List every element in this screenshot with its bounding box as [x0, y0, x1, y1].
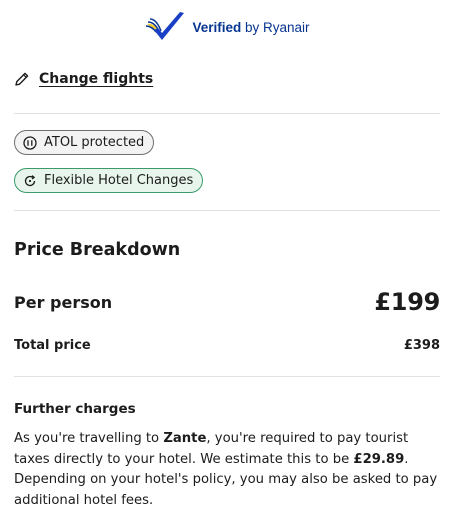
destination-name: Zante	[163, 431, 207, 446]
pencil-icon	[15, 72, 29, 86]
atol-protected-badge: ATOL protected	[14, 130, 155, 155]
price-breakdown-title: Price Breakdown	[14, 240, 181, 260]
verified-by-ryanair: Verified by Ryanair	[0, 10, 454, 44]
divider	[14, 210, 440, 211]
further-charges-title: Further charges	[14, 401, 136, 417]
divider	[14, 376, 440, 377]
total-price-label: Total price	[14, 337, 91, 353]
atol-icon	[23, 135, 37, 150]
per-person-row: Per person £199	[14, 284, 440, 320]
ryanair-harp-check-icon	[146, 12, 185, 40]
per-person-label: Per person	[14, 292, 113, 312]
per-person-price: £199	[374, 288, 440, 316]
total-price-row: Total price £398	[14, 334, 440, 356]
change-flights-link[interactable]: Change flights	[14, 71, 153, 87]
divider	[14, 113, 440, 114]
further-charges-text: As you're travelling to Zante, you're re…	[14, 431, 438, 508]
flexible-hotel-changes-badge: Flexible Hotel Changes	[14, 168, 204, 193]
total-price-value: £398	[403, 337, 440, 353]
verified-text: Verified by Ryanair	[192, 19, 310, 35]
refresh-icon	[24, 174, 36, 186]
change-flights-label[interactable]: Change flights	[39, 71, 153, 87]
flexible-hotel-changes-label: Flexible Hotel Changes	[44, 173, 194, 188]
tax-estimate: £29.89	[353, 451, 405, 467]
atol-protected-label: ATOL protected	[44, 135, 145, 150]
